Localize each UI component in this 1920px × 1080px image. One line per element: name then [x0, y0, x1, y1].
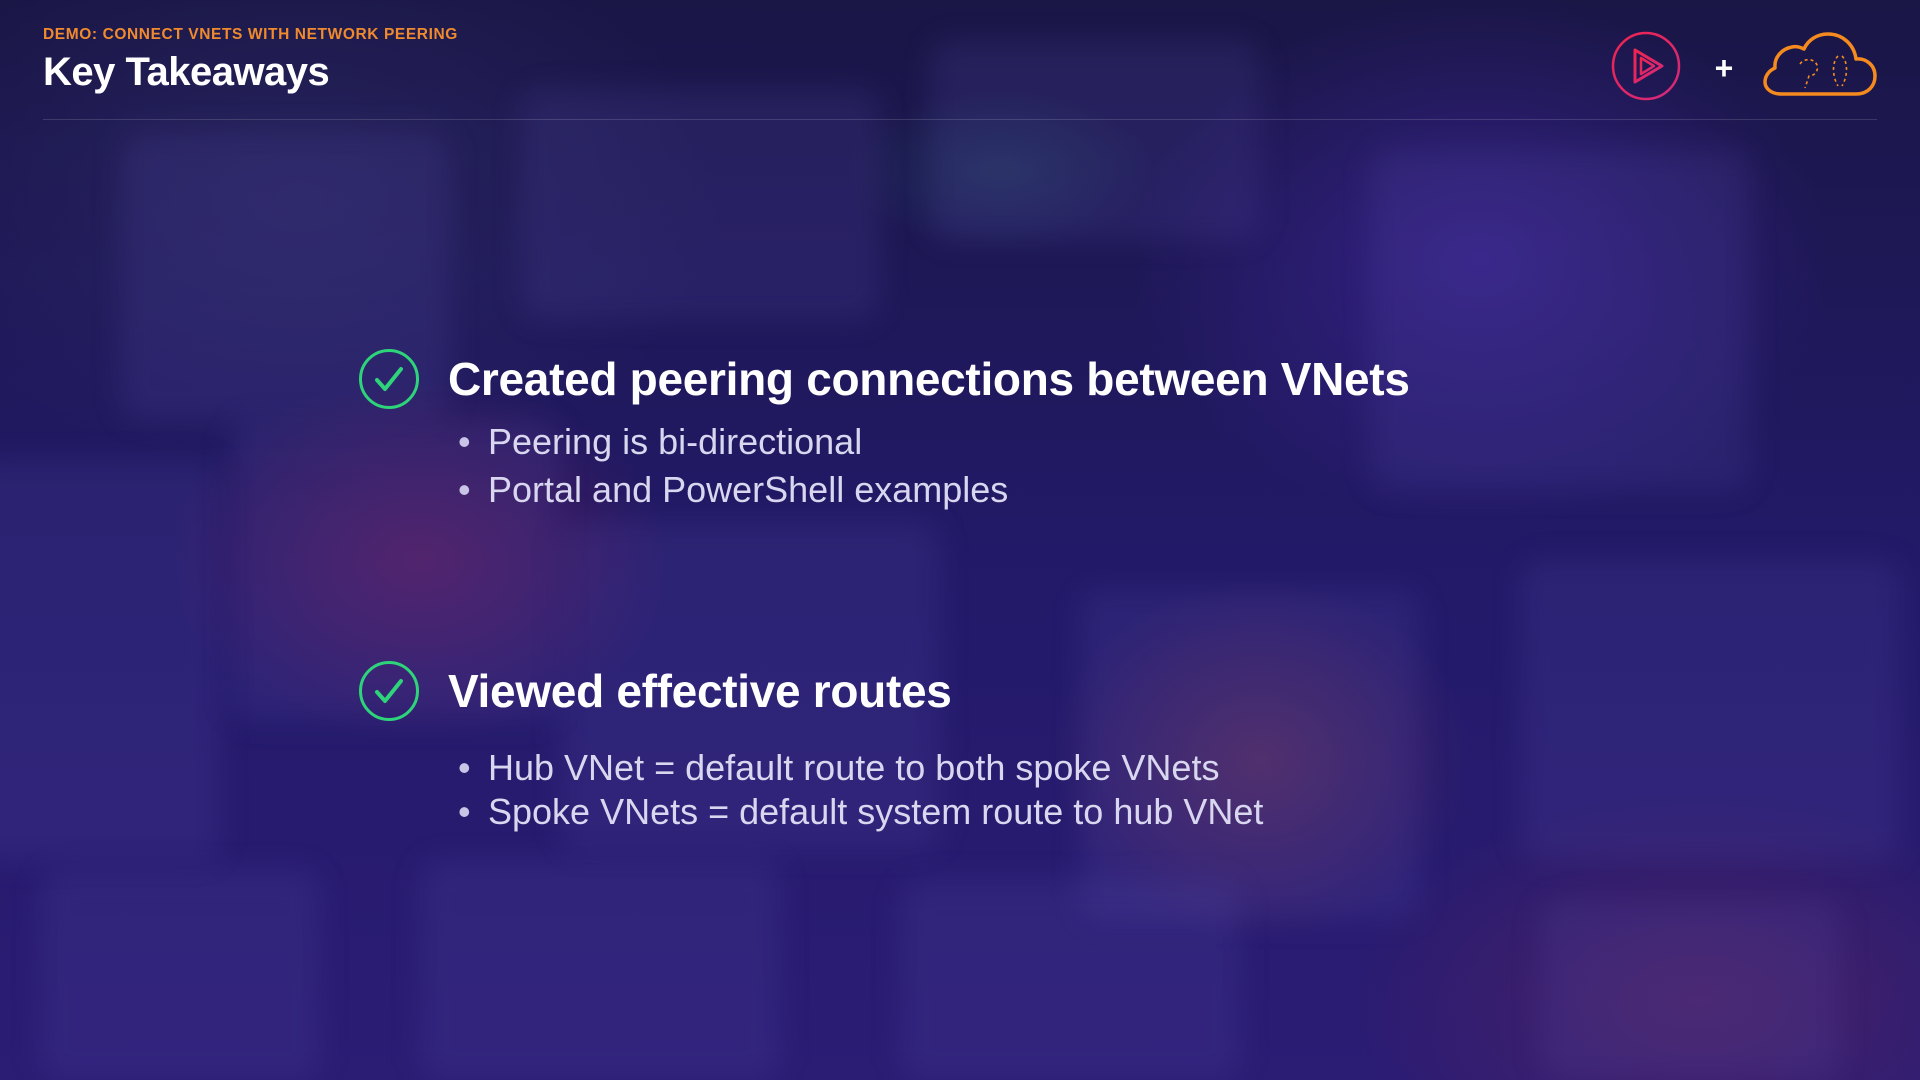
bullet-item: • Hub VNet = default route to both spoke … [458, 747, 1220, 788]
bullet-item: • Peering is bi-directional [458, 421, 863, 462]
header-divider [43, 119, 1877, 120]
takeaway-bullet-list: • Hub VNet = default route to both spoke … [358, 746, 1263, 834]
bullet-item: • Portal and PowerShell examples [458, 469, 1009, 510]
blurred-background [0, 0, 1920, 1080]
cloud-icon [1762, 30, 1878, 107]
brand-logos: + [1610, 30, 1878, 107]
takeaway-heading: Created peering connections between VNet… [448, 353, 1410, 405]
plus-separator: + [1714, 50, 1734, 86]
takeaway-section-1: Created peering connections between VNet… [358, 348, 1410, 514]
demo-eyebrow: DEMO: CONNECT VNETS WITH NETWORK PEERING [43, 26, 458, 43]
bullet-item: • Spoke VNets = default system route to h… [458, 791, 1264, 832]
check-circle-icon [358, 660, 420, 722]
check-circle-icon [358, 348, 420, 410]
page-title: Key Takeaways [43, 50, 330, 94]
takeaway-section-2: Viewed effective routes • Hub VNet = defa… [358, 660, 1263, 834]
takeaway-heading: Viewed effective routes [448, 665, 952, 717]
takeaway-bullet-list: • Peering is bi-directional • Portal and P… [358, 418, 1410, 514]
slide-header: DEMO: CONNECT VNETS WITH NETWORK PEERING… [43, 26, 458, 95]
play-circle-icon [1610, 30, 1682, 107]
